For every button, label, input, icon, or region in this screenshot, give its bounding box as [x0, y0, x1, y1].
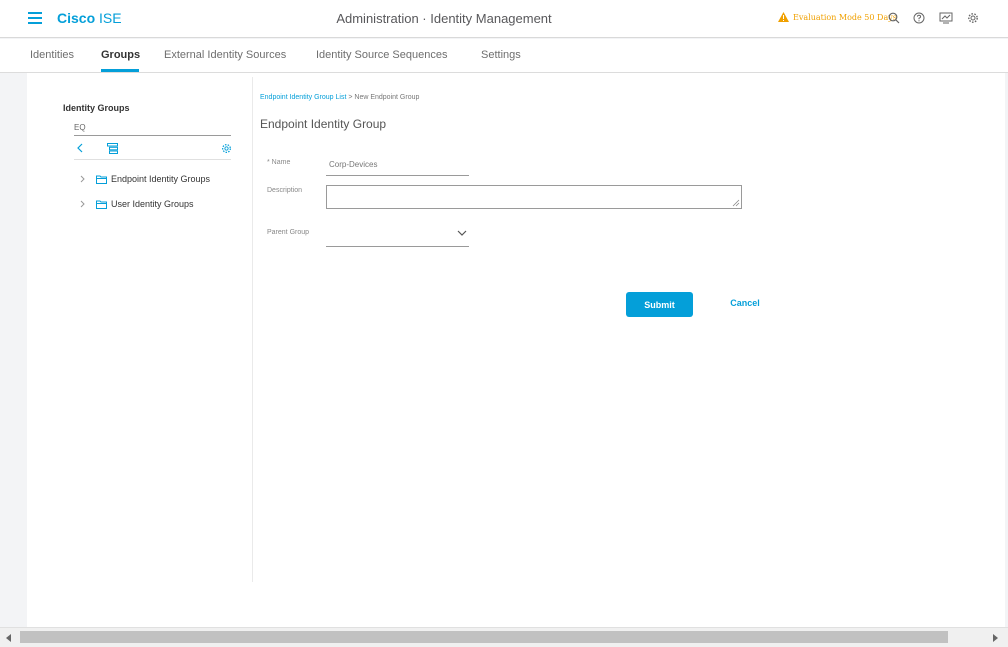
evaluation-notice-text: Evaluation Mode 50 Days: [793, 12, 897, 22]
scrollbar-thumb[interactable]: [20, 631, 948, 643]
chevron-right-icon[interactable]: [80, 200, 90, 208]
tree-view-icon[interactable]: [106, 142, 118, 154]
identity-groups-toolbar: [74, 140, 231, 160]
identity-groups-search-input[interactable]: [74, 120, 231, 135]
tree-item-label: User Identity Groups: [111, 199, 194, 209]
chevron-down-icon: [457, 230, 467, 236]
gear-icon[interactable]: [966, 11, 980, 25]
notifications-icon[interactable]: [939, 11, 953, 25]
parent-group-select[interactable]: [326, 224, 469, 247]
warning-icon: [778, 12, 789, 22]
horizontal-scrollbar[interactable]: [0, 627, 1008, 647]
tree-item-label: Endpoint Identity Groups: [111, 174, 211, 184]
evaluation-notice[interactable]: Evaluation Mode 50 Days: [778, 12, 897, 22]
identity-groups-search: [74, 120, 231, 136]
top-header: Cisco ISE Administration · Identity Mana…: [0, 0, 1008, 38]
chevron-right-icon[interactable]: [80, 175, 90, 183]
breadcrumb-current: New Endpoint Group: [354, 94, 420, 101]
page-title: Administration · Identity Management: [336, 11, 552, 26]
folder-icon: [96, 200, 107, 209]
resize-grip-icon[interactable]: [732, 199, 740, 207]
name-input[interactable]: [326, 154, 469, 176]
help-icon[interactable]: [912, 11, 926, 25]
name-label: * Name: [267, 159, 291, 166]
tab-external-identity-sources[interactable]: External Identity Sources: [164, 49, 286, 61]
cancel-button[interactable]: Cancel: [715, 292, 775, 314]
tab-identity-source-sequences[interactable]: Identity Source Sequences: [316, 49, 447, 61]
description-textarea[interactable]: [326, 185, 742, 209]
chevron-left-icon[interactable]: [74, 142, 86, 154]
submit-button[interactable]: Submit: [626, 292, 693, 317]
folder-icon: [96, 175, 107, 184]
scroll-left-icon[interactable]: [4, 633, 14, 643]
active-tab-indicator: [101, 69, 139, 72]
breadcrumb: Endpoint Identity Group List > New Endpo…: [260, 94, 419, 101]
tab-groups[interactable]: Groups: [101, 49, 140, 61]
settings-gear-icon[interactable]: [220, 142, 232, 154]
parent-group-label: Parent Group: [267, 229, 310, 236]
form-title: Endpoint Identity Group: [260, 117, 387, 131]
tree-item-user-identity-groups[interactable]: User Identity Groups: [80, 197, 194, 211]
identity-groups-title: Identity Groups: [63, 103, 130, 113]
sidebar-divider: [252, 77, 253, 582]
tab-settings[interactable]: Settings: [481, 49, 521, 61]
description-label: Description: [267, 187, 303, 194]
tab-identities[interactable]: Identities: [30, 49, 74, 61]
scroll-right-icon[interactable]: [990, 633, 1000, 643]
breadcrumb-link-endpoint-identity-group-list[interactable]: Endpoint Identity Group List: [260, 94, 346, 101]
breadcrumb-separator: >: [348, 94, 353, 101]
tree-item-endpoint-identity-groups[interactable]: Endpoint Identity Groups: [80, 172, 210, 186]
search-icon[interactable]: [887, 11, 901, 25]
nav-tabs: Identities Groups External Identity Sour…: [0, 39, 1008, 73]
